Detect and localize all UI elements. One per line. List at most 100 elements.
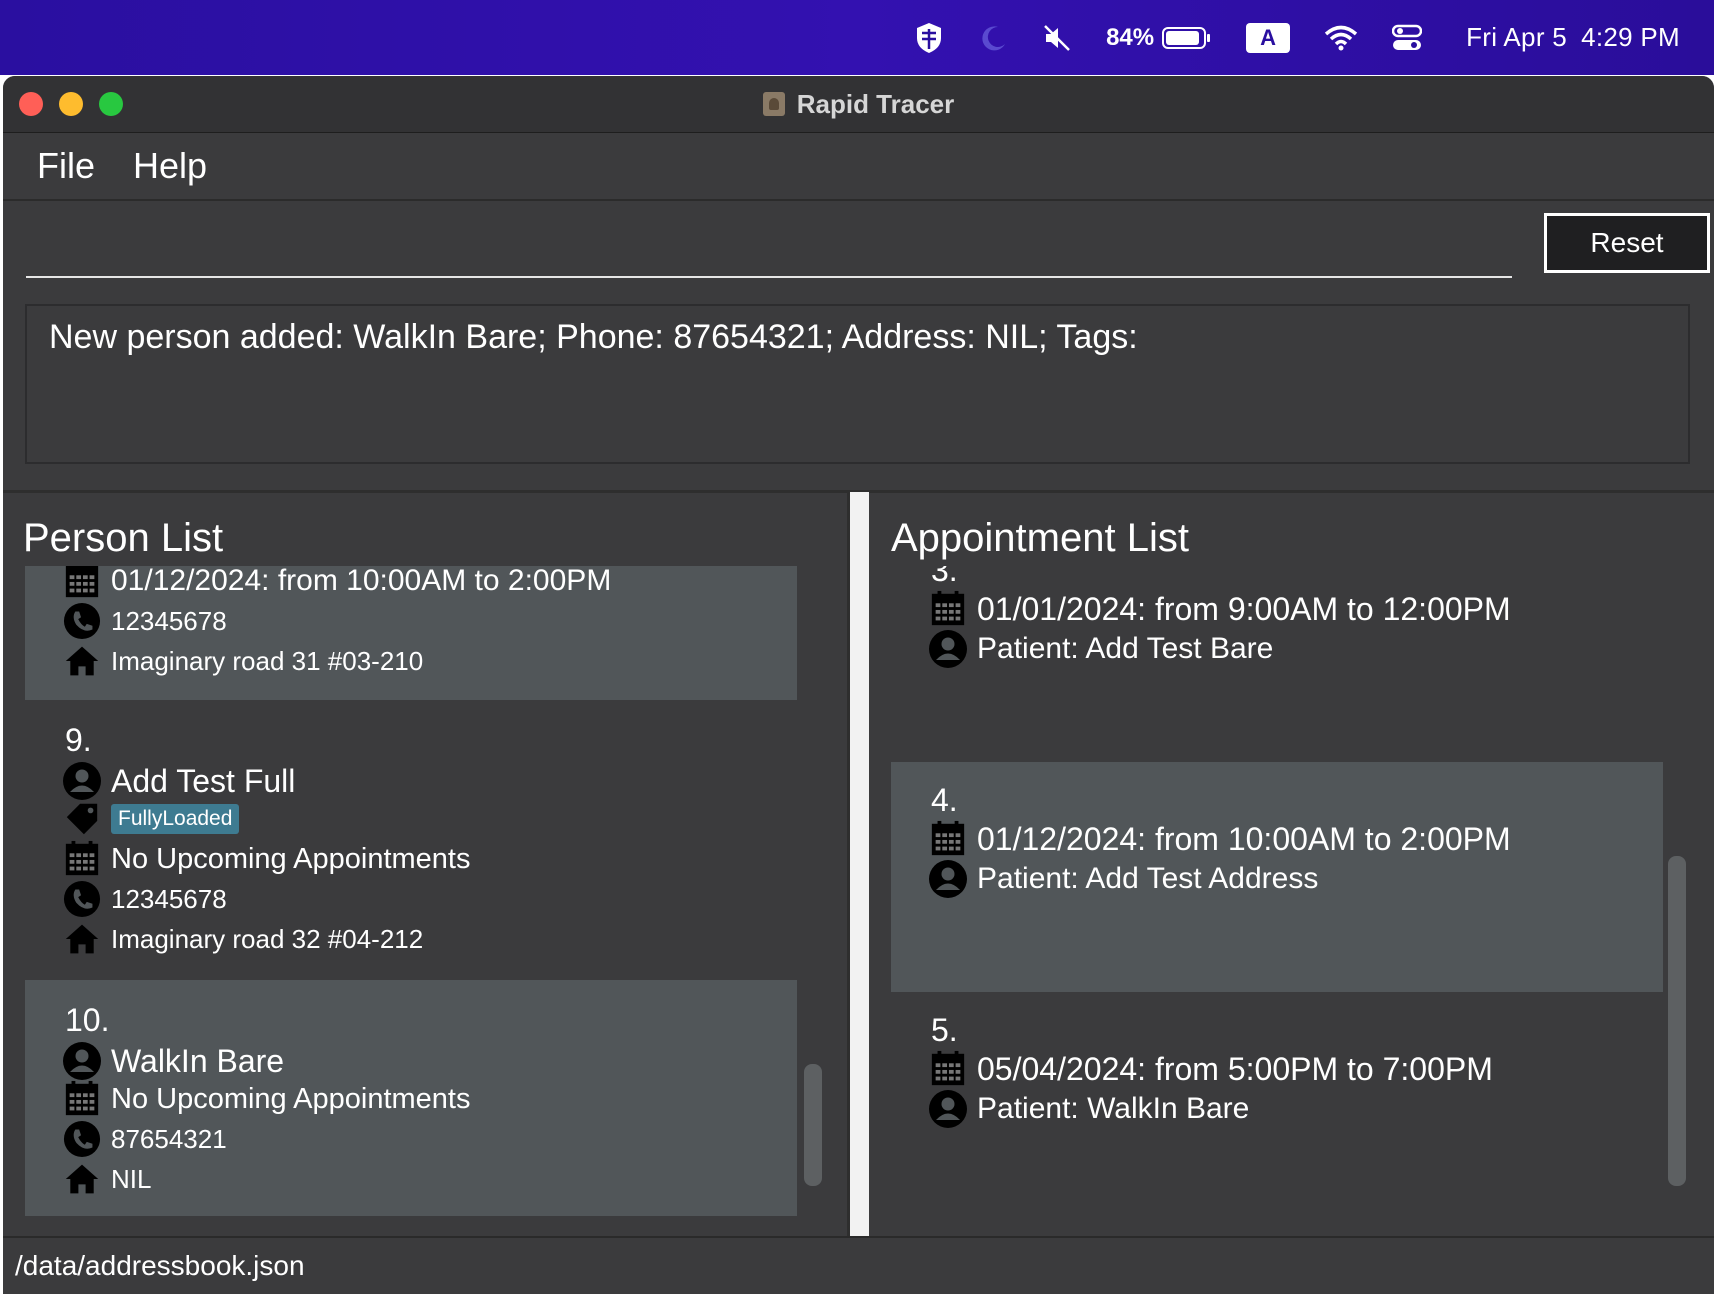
battery-indicator[interactable]: 84%: [1106, 24, 1212, 52]
result-message: New person added: WalkIn Bare; Phone: 87…: [49, 318, 1138, 356]
person-phone-row: 12345678: [61, 878, 227, 920]
appointment-index: 5.: [931, 1012, 958, 1048]
calendar-icon: [61, 566, 103, 602]
moon-icon[interactable]: [978, 23, 1008, 53]
status-file-path: /data/addressbook.json: [15, 1250, 305, 1281]
minimize-button[interactable]: [59, 92, 83, 116]
person-card[interactable]: 10. WalkIn Bare No Upcoming Appointments…: [25, 980, 797, 1216]
control-center-icon[interactable]: [1392, 24, 1423, 52]
calendar-icon: [927, 588, 969, 630]
person-index: 9.: [65, 722, 92, 758]
person-list[interactable]: 01/12/2024: from 10:00AM to 2:00PM 12345…: [25, 566, 797, 1216]
appointment-patient-row: Patient: WalkIn Bare: [927, 1088, 1249, 1130]
window-titlebar[interactable]: Rapid Tracer: [3, 76, 1714, 133]
mute-speaker-icon[interactable]: [1042, 23, 1072, 53]
window-title: Rapid Tracer: [796, 88, 955, 119]
appointment-time: 05/04/2024: from 5:00PM to 7:00PM: [977, 1050, 1493, 1087]
appointment-patient: Patient: WalkIn Bare: [977, 1092, 1250, 1125]
person-icon: [61, 760, 103, 802]
person-icon: [61, 1040, 103, 1082]
home-icon: [61, 640, 103, 682]
appointment-time-row: 05/04/2024: from 5:00PM to 7:00PM: [927, 1048, 1493, 1090]
phone-icon: [61, 878, 103, 920]
close-button[interactable]: [19, 92, 43, 116]
battery-percent: 84%: [1106, 23, 1155, 51]
person-phone-row: 87654321: [61, 1118, 227, 1160]
appointment-list-scrollbar[interactable]: [1668, 856, 1686, 1186]
person-appointment-row: 01/12/2024: from 10:00AM to 2:00PM: [61, 566, 611, 602]
app-menu-bar: File Help: [3, 133, 1714, 201]
appointment-time: 01/12/2024: from 10:00AM to 2:00PM: [977, 820, 1511, 857]
person-icon: [927, 1088, 969, 1130]
person-icon: [927, 628, 969, 670]
person-tag: FullyLoaded: [111, 804, 240, 834]
appointment-patient: Patient: Add Test Bare: [977, 632, 1274, 665]
person-card[interactable]: 01/12/2024: from 10:00AM to 2:00PM 12345…: [25, 566, 797, 700]
system-menu-bar: 84% A Fri Apr 5 4:29 PM: [0, 0, 1714, 75]
person-name: WalkIn Bare: [111, 1042, 285, 1079]
clock-date: Fri Apr 5: [1466, 22, 1568, 52]
appointment-time-row: 01/12/2024: from 10:00AM to 2:00PM: [927, 818, 1511, 860]
person-index: 10.: [65, 1002, 110, 1038]
appointment-time: 01/01/2024: from 9:00AM to 12:00PM: [977, 590, 1511, 627]
appointment-card[interactable]: 3. 01/01/2024: from 9:00AM to 12:00PM Pa…: [891, 566, 1663, 762]
person-name-row: Add Test Full: [61, 760, 295, 802]
calendar-icon: [927, 1048, 969, 1090]
status-bar: /data/addressbook.json: [3, 1236, 1714, 1294]
phone-icon: [61, 600, 103, 642]
menubar-clock[interactable]: Fri Apr 5 4:29 PM: [1456, 22, 1680, 53]
appointment-index: 4.: [931, 782, 958, 818]
person-tags-row: FullyLoaded: [61, 798, 240, 840]
clock-time: 4:29 PM: [1581, 22, 1680, 52]
command-input-underline: [26, 276, 1512, 278]
person-list-scrollbar[interactable]: [804, 1064, 822, 1186]
person-card[interactable]: 9. Add Test Full FullyLoaded No Upcoming…: [25, 700, 797, 980]
home-icon: [61, 1158, 103, 1200]
person-appointment: 01/12/2024: from 10:00AM to 2:00PM: [111, 566, 612, 597]
person-address-row: NIL: [61, 1158, 151, 1200]
appointment-card[interactable]: 5. 05/04/2024: from 5:00PM to 7:00PM Pat…: [891, 992, 1663, 1216]
appointment-list[interactable]: 3. 01/01/2024: from 9:00AM to 12:00PM Pa…: [891, 566, 1663, 1216]
vpn-shield-icon[interactable]: [914, 21, 944, 55]
appointment-index: 3.: [931, 566, 958, 588]
person-phone: 87654321: [111, 1123, 227, 1154]
input-source[interactable]: A: [1246, 22, 1291, 53]
person-address: Imaginary road 32 #04-212: [111, 923, 424, 954]
person-appointment-row: No Upcoming Appointments: [61, 838, 470, 880]
zoom-button[interactable]: [99, 92, 123, 116]
wifi-icon[interactable]: [1324, 25, 1358, 51]
menu-help[interactable]: Help: [133, 145, 207, 187]
person-icon: [927, 858, 969, 900]
result-display[interactable]: New person added: WalkIn Bare; Phone: 87…: [25, 304, 1690, 464]
person-name: Add Test Full: [111, 762, 296, 799]
battery-icon: [1162, 26, 1211, 49]
app-icon: [762, 92, 785, 116]
tag-icon: [61, 798, 103, 840]
appointment-card[interactable]: 4. 01/12/2024: from 10:00AM to 2:00PM Pa…: [891, 762, 1663, 992]
calendar-icon: [927, 818, 969, 860]
calendar-icon: [61, 838, 103, 880]
appointment-patient: Patient: Add Test Address: [977, 862, 1319, 895]
person-address-row: Imaginary road 31 #03-210: [61, 640, 423, 682]
app-window: Rapid Tracer File Help Reset New person …: [3, 76, 1714, 1294]
person-phone-row: 12345678: [61, 600, 227, 642]
appointment-list-title: Appointment List: [891, 516, 1189, 560]
person-address: NIL: [111, 1163, 152, 1194]
calendar-icon: [61, 1078, 103, 1120]
person-address: Imaginary road 31 #03-210: [111, 645, 424, 676]
panel-divider[interactable]: [847, 492, 869, 1252]
appointment-patient-row: Patient: Add Test Address: [927, 858, 1318, 900]
phone-icon: [61, 1118, 103, 1160]
person-appointment-row: No Upcoming Appointments: [61, 1078, 470, 1120]
home-icon: [61, 918, 103, 960]
reset-button[interactable]: Reset: [1544, 213, 1710, 273]
person-phone: 12345678: [111, 605, 227, 636]
input-source-badge: A: [1246, 22, 1291, 53]
traffic-lights: [19, 92, 139, 116]
person-phone: 12345678: [111, 883, 227, 914]
person-name-row: WalkIn Bare: [61, 1040, 284, 1082]
command-input[interactable]: [26, 206, 1512, 276]
person-list-title: Person List: [23, 516, 224, 560]
appointment-time-row: 01/01/2024: from 9:00AM to 12:00PM: [927, 588, 1511, 630]
menu-file[interactable]: File: [37, 145, 95, 187]
